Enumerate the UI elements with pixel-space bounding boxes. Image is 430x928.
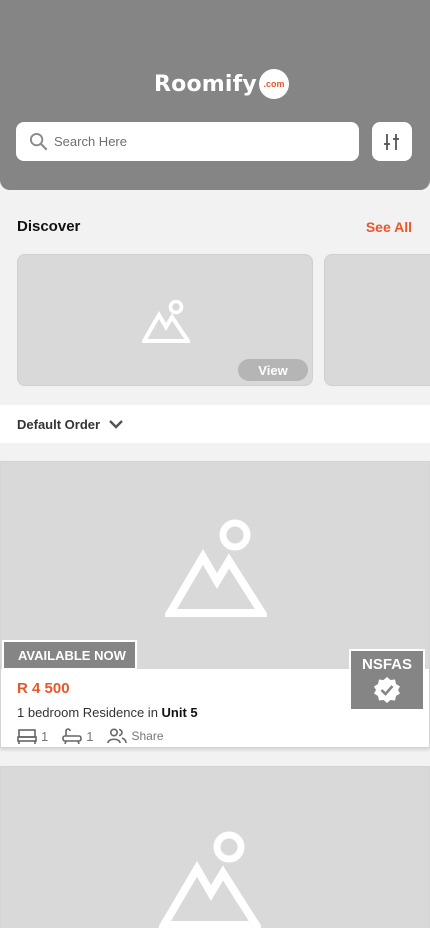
sharing-label: Share — [131, 729, 164, 743]
baths-feature: 1 — [62, 728, 93, 744]
listing-price: R 4 500 — [17, 680, 70, 697]
listing-image — [1, 462, 429, 669]
search-input[interactable]: Search Here — [16, 122, 359, 161]
logo-text: Roomify — [154, 71, 257, 97]
listing-card[interactable] — [0, 766, 430, 928]
brand-logo: Roomify .com — [154, 68, 289, 100]
verified-icon — [374, 677, 400, 703]
beds-feature: 1 — [17, 728, 48, 744]
sort-label: Default Order — [17, 416, 101, 432]
image-placeholder-icon — [142, 299, 190, 343]
chevron-down-icon — [109, 420, 123, 429]
search-icon — [29, 132, 48, 151]
image-placeholder-icon — [159, 831, 261, 928]
unit-name: Unit 5 — [161, 705, 198, 720]
see-all-link[interactable]: See All — [366, 219, 412, 235]
filter-button[interactable] — [372, 122, 412, 161]
app-header: Roomify .com Search Here — [0, 0, 430, 190]
logo-badge-text: .com — [263, 79, 285, 89]
people-icon — [107, 728, 128, 744]
discover-card[interactable]: View — [17, 254, 313, 386]
availability-badge: AVAILABLE NOW — [2, 640, 137, 670]
sort-dropdown[interactable]: Default Order — [0, 405, 430, 443]
discover-title: Discover — [17, 218, 81, 235]
search-placeholder: Search Here — [54, 134, 127, 149]
beds-count: 1 — [41, 728, 49, 744]
listing-features: 1 1 Share — [17, 728, 178, 744]
image-placeholder-icon — [165, 519, 267, 617]
bath-icon — [62, 728, 83, 744]
description-text: 1 bedroom Residence in — [17, 705, 158, 720]
view-button[interactable]: View — [238, 359, 308, 381]
nsfas-badge: NSFAS — [349, 649, 425, 711]
baths-count: 1 — [86, 728, 94, 744]
listing-description: 1 bedroom Residence in Unit 5 — [17, 705, 198, 720]
sharing-feature: Share — [107, 728, 164, 744]
bed-icon — [17, 729, 37, 744]
listing-card[interactable]: AVAILABLE NOW NSFAS R 4 500 1 bedroom Re… — [0, 461, 430, 748]
logo-badge: .com — [258, 69, 289, 99]
filter-icon — [384, 133, 399, 150]
nsfas-label: NSFAS — [361, 656, 412, 673]
discover-card[interactable] — [324, 254, 430, 386]
